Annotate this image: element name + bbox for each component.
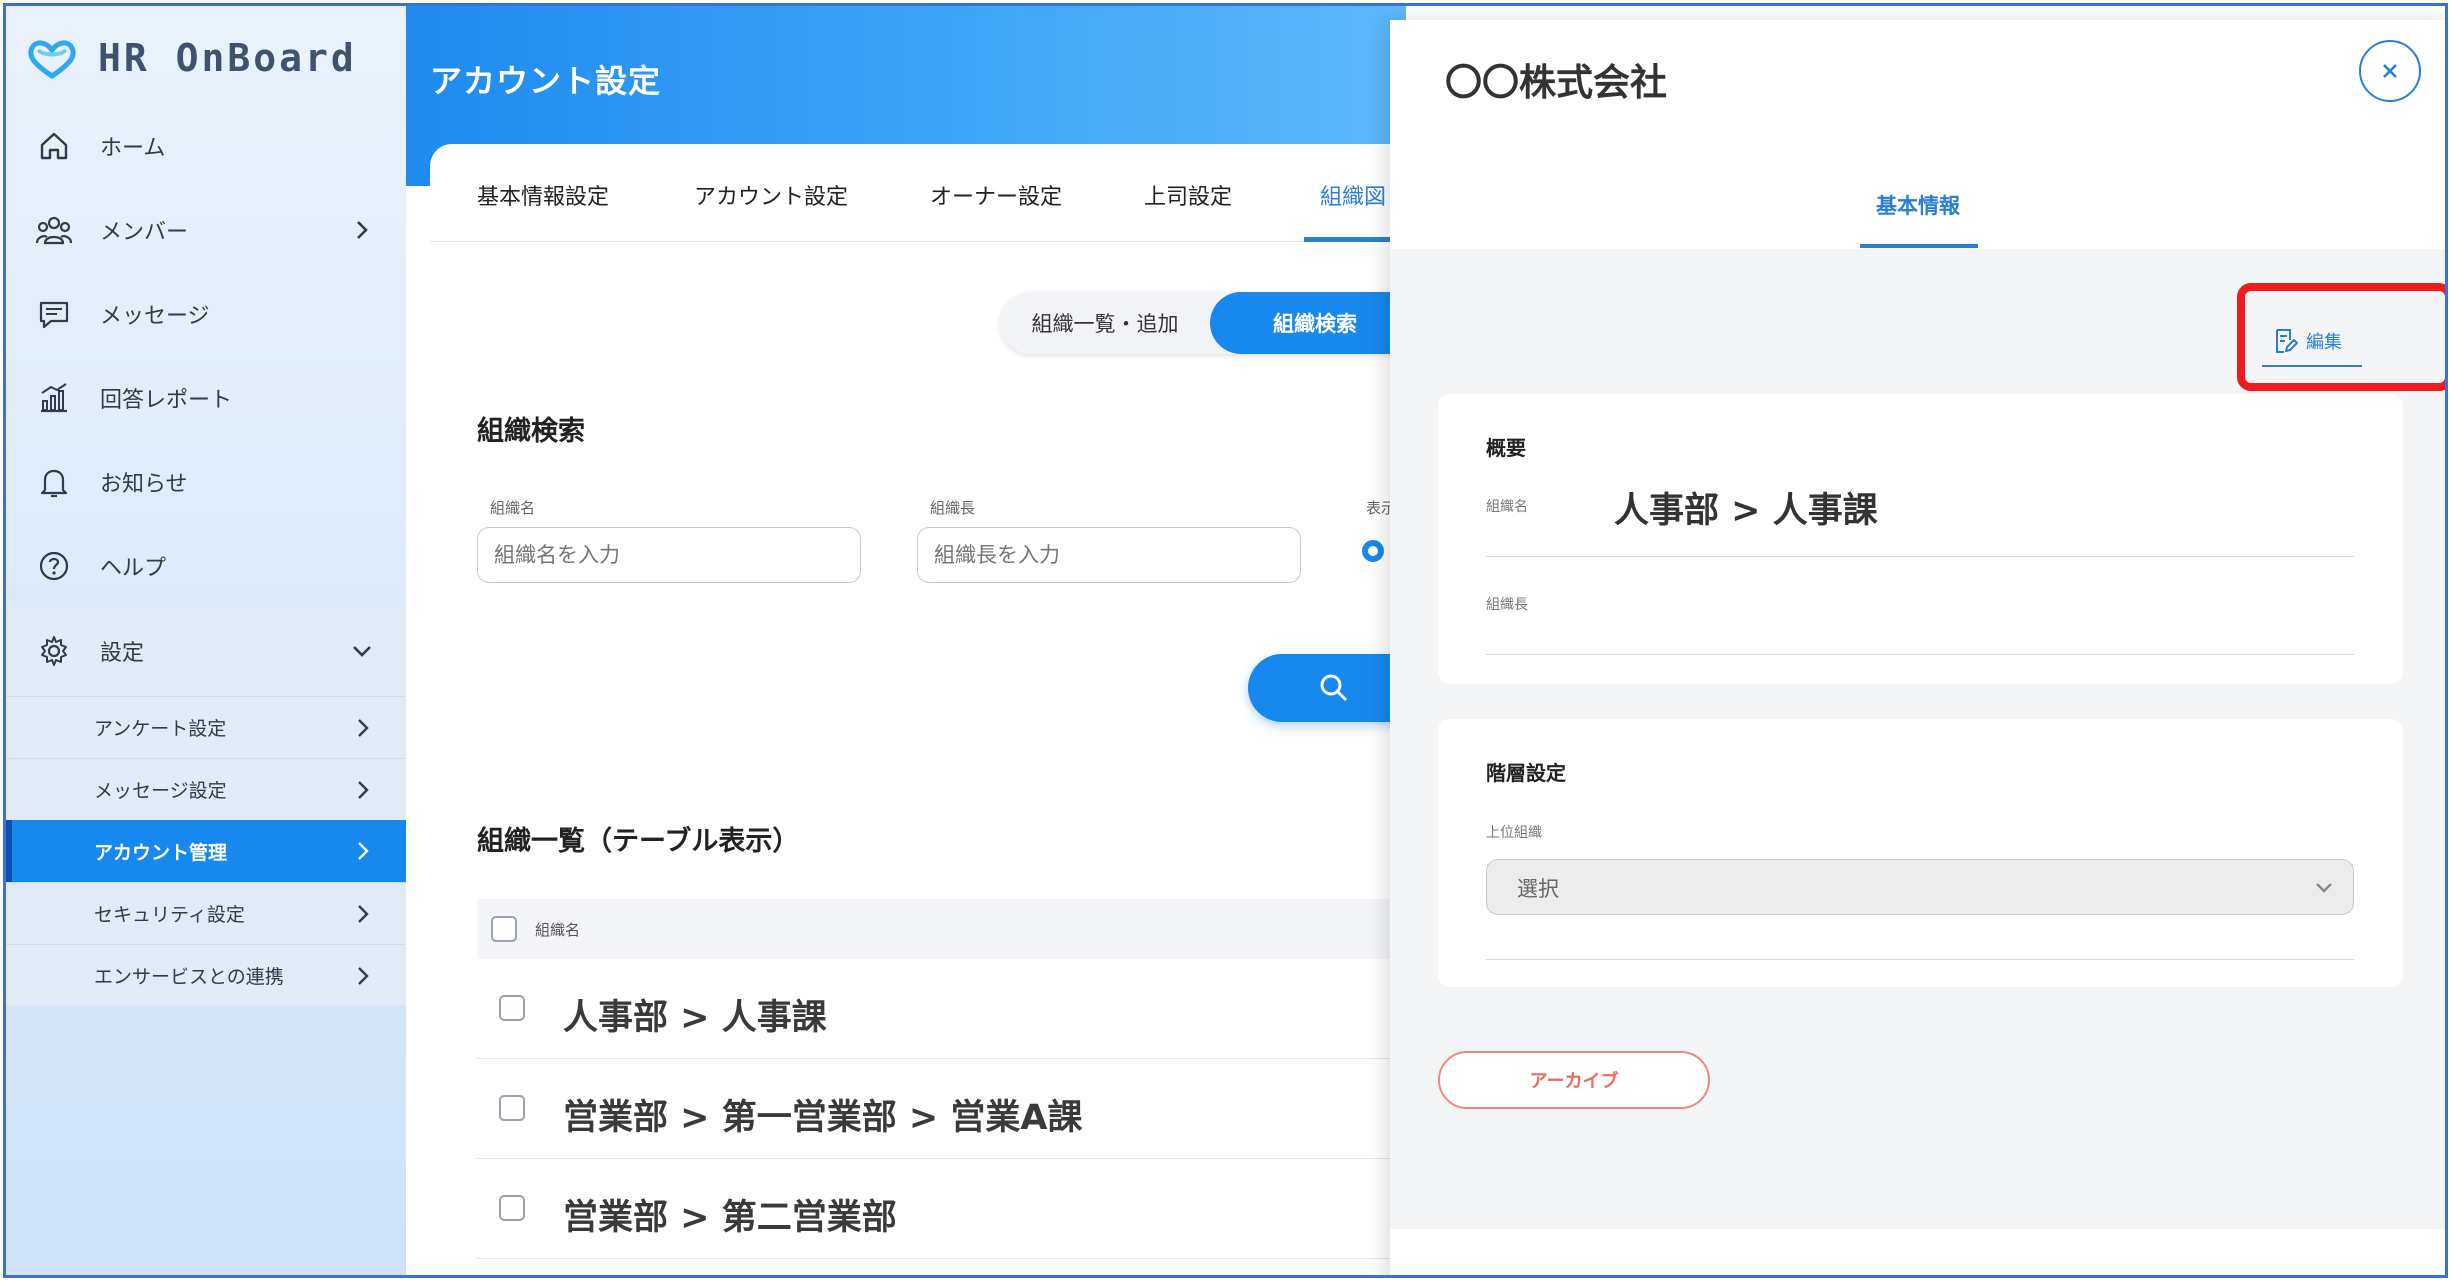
row-checkbox[interactable] [499, 1095, 525, 1121]
search-icon [1320, 674, 1348, 702]
toggle-org-list[interactable]: 組織一覧・追加 [1000, 292, 1210, 354]
sidebar-item-message[interactable]: メッセージ [6, 272, 406, 356]
sidebar-item-label: ヘルプ [100, 556, 167, 581]
brand-name: HR OnBoard [98, 36, 357, 80]
tab-bar: 基本情報設定 アカウント設定 オーナー設定 上司設定 組織図 [430, 144, 1430, 242]
table-row[interactable]: 人事部 > 人事課 [477, 959, 1427, 1059]
divider [1486, 556, 2354, 557]
report-chart-icon [34, 378, 74, 418]
table-row[interactable]: 営業部 > 第一営業部 > 営業A課 [477, 1059, 1427, 1159]
hierarchy-card: 階層設定 上位組織 選択 [1438, 719, 2403, 987]
sidebar-item-help[interactable]: ヘルプ [6, 524, 406, 608]
display-radio[interactable] [1362, 540, 1384, 562]
sidebar-item-label: 回答レポート [100, 388, 233, 413]
sidebar-subitem-label: メッセージ設定 [94, 780, 227, 802]
chevron-right-icon [358, 967, 369, 985]
divider [1486, 654, 2354, 655]
sidebar-item-label: ホーム [100, 136, 166, 161]
chevron-down-icon [2316, 883, 2332, 893]
sidebar-subitem-message-settings[interactable]: メッセージ設定 [6, 758, 406, 820]
help-icon [34, 546, 74, 586]
message-icon [34, 294, 74, 334]
overview-card: 概要 組織名 人事部 > 人事課 組織長 [1438, 394, 2403, 684]
sidebar-item-home[interactable]: ホーム [6, 104, 406, 188]
row-checkbox[interactable] [499, 1195, 525, 1221]
sidebar-item-label: メッセージ [100, 304, 210, 329]
select-all-checkbox[interactable] [491, 916, 517, 942]
org-leader-label: 組織長 [1486, 597, 1528, 613]
sidebar-subitem-label: アンケート設定 [94, 718, 227, 740]
sidebar-item-settings[interactable]: 設定 [6, 609, 406, 693]
hierarchy-heading: 階層設定 [1486, 761, 1566, 785]
chevron-right-icon [358, 842, 369, 860]
bell-icon [34, 462, 74, 502]
sidebar: HR OnBoard ホーム メンバー メッセージ 回答レポート お知らせ ヘル… [6, 6, 406, 1275]
table-row[interactable]: 営業部 > 第二営業部 [477, 1159, 1427, 1259]
page-title: アカウント設定 [430, 62, 662, 100]
active-tab-indicator [1860, 244, 1978, 248]
parent-org-value: 選択 [1517, 877, 1559, 901]
sidebar-item-label: 設定 [100, 641, 145, 666]
org-detail-drawer: 〇〇株式会社 基本情報 編集 概要 組織名 人事部 > 人事課 組織長 階層設定 [1390, 20, 2445, 1275]
chevron-right-icon [358, 905, 369, 923]
tab-manager-settings[interactable]: 上司設定 [1144, 179, 1232, 211]
sidebar-item-members[interactable]: メンバー [6, 188, 406, 272]
sidebar-subitem-label: アカウント管理 [94, 841, 228, 864]
row-checkbox[interactable] [499, 995, 525, 1021]
archive-button[interactable]: アーカイブ [1438, 1051, 1710, 1109]
tab-org-chart[interactable]: 組織図 [1320, 179, 1386, 211]
row-org-name: 営業部 > 第一営業部 > 営業A課 [563, 1098, 1083, 1138]
chevron-right-icon [357, 221, 368, 239]
edit-highlight-box [2237, 283, 2445, 391]
close-icon [2383, 64, 2397, 78]
sidebar-subitem-integration[interactable]: エンサービスとの連携 [6, 944, 406, 1006]
tab-owner-settings[interactable]: オーナー設定 [930, 179, 1062, 211]
list-heading: 組織一覧（テーブル表示） [477, 826, 800, 857]
sidebar-subitem-security-settings[interactable]: セキュリティ設定 [6, 882, 406, 944]
sidebar-subitem-label: セキュリティ設定 [94, 904, 245, 926]
org-name-label: 組織名 [490, 499, 536, 517]
home-icon [34, 126, 74, 166]
search-heading: 組織検索 [477, 416, 585, 447]
drawer-body: 編集 概要 組織名 人事部 > 人事課 組織長 階層設定 上位組織 選択 アーカ… [1390, 249, 2445, 1229]
chevron-down-icon [353, 646, 371, 657]
sidebar-item-notice[interactable]: お知らせ [6, 440, 406, 524]
drawer-title: 〇〇株式会社 [1445, 61, 1667, 104]
table-header: 組織名 [477, 899, 1427, 959]
toggle-org-search[interactable]: 組織検索 [1210, 292, 1420, 354]
parent-org-label: 上位組織 [1486, 825, 1542, 841]
sidebar-subitem-label: エンサービスとの連携 [94, 966, 284, 988]
sidebar-subitem-account-management[interactable]: アカウント管理 [6, 820, 406, 882]
gear-icon [34, 631, 74, 671]
close-button[interactable] [2359, 40, 2421, 102]
parent-org-select[interactable]: 選択 [1486, 859, 2354, 915]
sidebar-item-label: お知らせ [100, 472, 188, 497]
row-org-name: 人事部 > 人事課 [563, 998, 827, 1038]
main-content: 基本情報設定 アカウント設定 オーナー設定 上司設定 組織図 組織一覧・追加 組… [430, 144, 1448, 1275]
chevron-right-icon [358, 781, 369, 799]
heart-loop-logo-icon [28, 40, 76, 80]
org-leader-input[interactable] [917, 527, 1301, 583]
sidebar-subitem-survey-settings[interactable]: アンケート設定 [6, 696, 406, 758]
chevron-right-icon [358, 719, 369, 737]
org-name-value: 人事部 > 人事課 [1614, 491, 1878, 531]
org-name-label: 組織名 [1486, 499, 1528, 515]
tab-account-settings[interactable]: アカウント設定 [694, 179, 848, 211]
overview-heading: 概要 [1486, 436, 1526, 460]
tab-basic-info[interactable]: 基本情報設定 [477, 179, 609, 211]
column-org-name: 組織名 [535, 921, 581, 939]
org-name-input[interactable] [477, 527, 861, 583]
sidebar-item-report[interactable]: 回答レポート [6, 356, 406, 440]
view-toggle: 組織一覧・追加 組織検索 [1000, 292, 1420, 354]
org-leader-label: 組織長 [930, 499, 976, 517]
members-icon [34, 210, 74, 250]
brand[interactable]: HR OnBoard [24, 36, 357, 80]
tab-basic-info-drawer[interactable]: 基本情報 [1876, 190, 1960, 220]
row-org-name: 営業部 > 第二営業部 [563, 1198, 897, 1238]
sidebar-item-label: メンバー [100, 220, 189, 245]
divider [1486, 959, 2354, 960]
app-window: HR OnBoard ホーム メンバー メッセージ 回答レポート お知らせ ヘル… [3, 3, 2448, 1278]
